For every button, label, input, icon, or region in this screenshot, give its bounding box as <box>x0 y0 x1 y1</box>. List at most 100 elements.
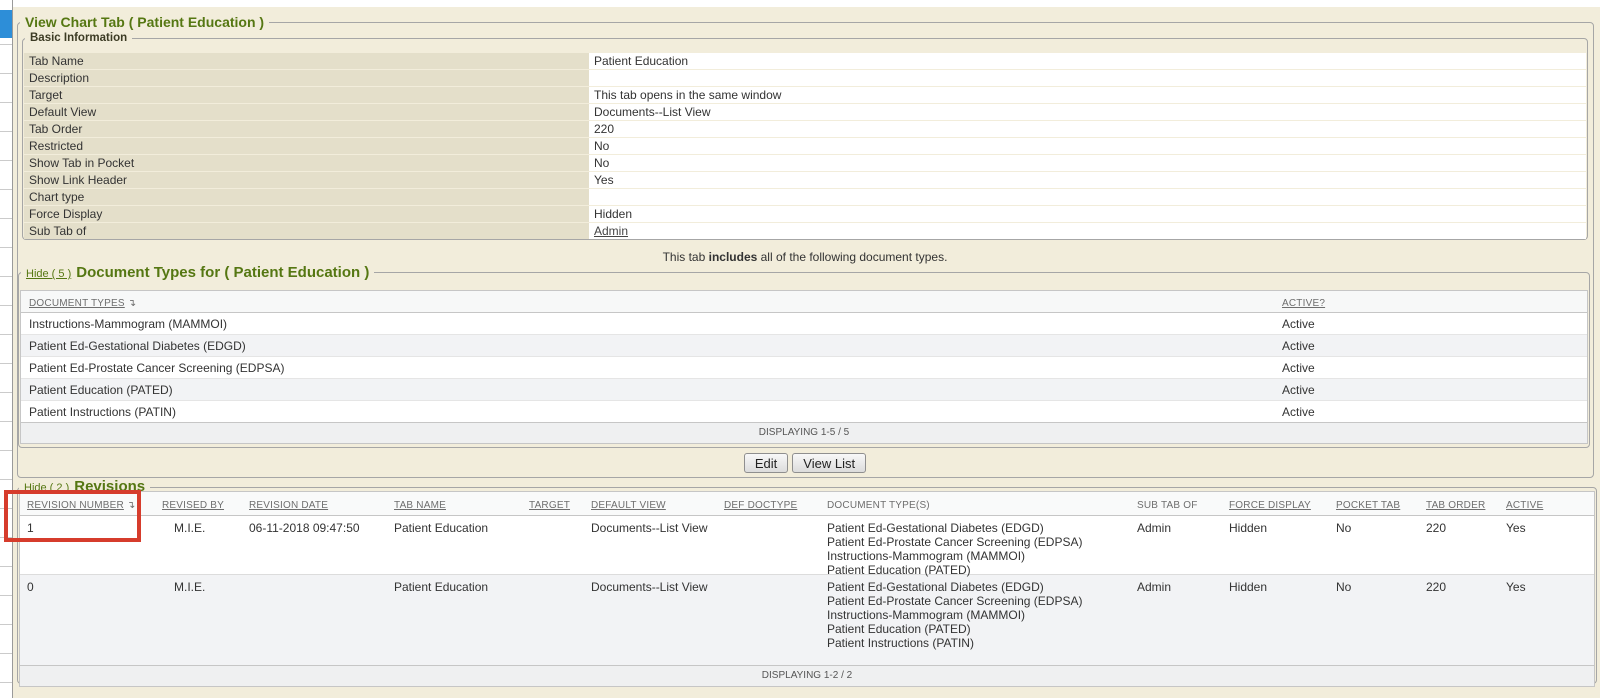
sort-icon: ↴ <box>128 298 136 309</box>
doctype-name: Patient Ed-Gestational Diabetes (EDGD) <box>21 339 1274 353</box>
field-row: Chart type <box>24 189 1586 205</box>
field-label: Show Tab in Pocket <box>24 155 589 171</box>
basic-information-section: Basic Information Tab NamePatient Educat… <box>22 38 1588 240</box>
pocket-tab: No <box>1329 575 1419 665</box>
revision-date: 06-11-2018 09:47:50 <box>242 516 387 574</box>
document-type: Patient Instructions (PATIN) <box>827 636 1130 650</box>
field-label: Default View <box>24 104 589 120</box>
field-value: Yes <box>589 172 1586 188</box>
selected-item-indicator[interactable] <box>0 10 12 38</box>
field-value <box>589 70 1586 86</box>
default-view: Documents--List View <box>584 575 717 665</box>
column-header-pocket-tab[interactable]: POCKET TAB <box>1336 500 1400 511</box>
field-value: No <box>589 138 1586 154</box>
document-types-section: Hide ( 5 )Document Types for ( Patient E… <box>18 272 1590 448</box>
pocket-tab: No <box>1329 516 1419 574</box>
force-display: Hidden <box>1222 575 1329 665</box>
document-type: Patient Ed-Prostate Cancer Screening (ED… <box>827 535 1130 549</box>
column-header-force-display[interactable]: FORCE DISPLAY <box>1229 500 1311 511</box>
sub-tab-of: Admin <box>1130 575 1222 665</box>
field-row: Description <box>24 70 1586 86</box>
field-row: Tab NamePatient Education <box>24 53 1586 69</box>
action-bar: EditView List <box>17 453 1593 473</box>
document-type: Patient Ed-Prostate Cancer Screening (ED… <box>827 594 1130 608</box>
column-header-revision-date[interactable]: REVISION DATE <box>249 500 328 511</box>
view-list-button[interactable]: View List <box>792 453 866 473</box>
left-panel-row-lines <box>0 16 12 692</box>
doctype-name: Instructions-Mammogram (MAMMOI) <box>21 317 1274 331</box>
revision-row: 0 M.I.E. Patient Education Documents--Li… <box>20 574 1594 665</box>
column-header-tab-order[interactable]: TAB ORDER <box>1426 500 1485 511</box>
basic-information-rows: Tab NamePatient Education Description Ta… <box>24 53 1586 240</box>
tab-order: 220 <box>1419 516 1499 574</box>
doctype-active: Active <box>1274 317 1587 331</box>
doctype-name: Patient Instructions (PATIN) <box>21 405 1274 419</box>
left-panel-edge <box>0 0 13 698</box>
target <box>522 575 584 665</box>
document-type: Instructions-Mammogram (MAMMOI) <box>827 549 1130 563</box>
note-bold: includes <box>709 250 758 264</box>
includes-note: This tab includes all of the following d… <box>17 250 1593 264</box>
revision-row: 1 M.I.E. 06-11-2018 09:47:50 Patient Edu… <box>20 516 1594 574</box>
field-row: Show Link HeaderYes <box>24 172 1586 188</box>
field-label: Sub Tab of <box>24 223 589 239</box>
document-type: Patient Ed-Gestational Diabetes (EDGD) <box>827 521 1130 535</box>
doctype-name: Patient Education (PATED) <box>21 383 1274 397</box>
column-header-tab-name[interactable]: TAB NAME <box>394 500 446 511</box>
field-row: Force DisplayHidden <box>24 206 1586 222</box>
revisions-table: REVISION NUMBER↴ REVISED BY REVISION DAT… <box>19 491 1595 687</box>
column-header-revised-by[interactable]: REVISED BY <box>162 500 224 511</box>
field-row: Sub Tab of Admin <box>24 223 1586 239</box>
document-type: Instructions-Mammogram (MAMMOI) <box>827 608 1130 622</box>
tab-name: Patient Education <box>387 516 522 574</box>
hide-doctypes-link[interactable]: Hide ( 5 ) <box>26 268 71 280</box>
revised-by: M.I.E. <box>155 516 242 574</box>
document-types-title: Document Types for ( Patient Education ) <box>76 264 369 281</box>
document-types-list: Patient Ed-Gestational Diabetes (EDGD) P… <box>820 575 1130 665</box>
tab-order: 220 <box>1419 575 1499 665</box>
column-header-def-doctype[interactable]: DEF DOCTYPE <box>724 500 797 511</box>
field-value: Patient Education <box>589 53 1586 69</box>
def-doctype <box>717 575 820 665</box>
field-value: 220 <box>589 121 1586 137</box>
revision-number: 1 <box>20 516 155 574</box>
column-header-default-view[interactable]: DEFAULT VIEW <box>591 500 666 511</box>
table-row: Patient Instructions (PATIN)Active <box>21 400 1587 422</box>
column-header-target[interactable]: TARGET <box>529 500 570 511</box>
sub-tab-of-link[interactable]: Admin <box>594 224 628 238</box>
document-type: Patient Education (PATED) <box>827 622 1130 636</box>
revisions-header-row: REVISION NUMBER↴ REVISED BY REVISION DAT… <box>20 492 1594 516</box>
revision-date <box>242 575 387 665</box>
paging-status: DISPLAYING 1-2 / 2 <box>20 665 1594 686</box>
edit-button[interactable]: Edit <box>744 453 788 473</box>
column-header-document-types: DOCUMENT TYPE(S) <box>827 500 930 511</box>
sub-tab-of: Admin <box>1130 516 1222 574</box>
field-label: Tab Name <box>24 53 589 69</box>
document-type: Patient Ed-Gestational Diabetes (EDGD) <box>827 580 1130 594</box>
default-view: Documents--List View <box>584 516 717 574</box>
force-display: Hidden <box>1222 516 1329 574</box>
revised-by: M.I.E. <box>155 575 242 665</box>
column-header-revision-number[interactable]: REVISION NUMBER <box>27 500 124 511</box>
active: Yes <box>1499 516 1594 574</box>
target <box>522 516 584 574</box>
table-row: Patient Ed-Prostate Cancer Screening (ED… <box>21 356 1587 378</box>
doctype-active: Active <box>1274 383 1587 397</box>
field-row: Default ViewDocuments--List View <box>24 104 1586 120</box>
field-row: Show Tab in PocketNo <box>24 155 1586 171</box>
field-label: Tab Order <box>24 121 589 137</box>
field-label: Description <box>24 70 589 86</box>
column-header-document-types[interactable]: DOCUMENT TYPES <box>29 298 125 309</box>
field-value: No <box>589 155 1586 171</box>
column-header-active[interactable]: ACTIVE <box>1506 500 1543 511</box>
table-row: Patient Education (PATED)Active <box>21 378 1587 400</box>
document-types-legend: Hide ( 5 ) Document Types for ( Patient E… <box>21 264 374 283</box>
active: Yes <box>1499 575 1594 665</box>
column-header-active[interactable]: ACTIVE? <box>1282 298 1325 309</box>
field-label: Restricted <box>24 138 589 154</box>
sort-icon: ↴ <box>127 500 135 511</box>
doctype-active: Active <box>1274 405 1587 419</box>
document-types-header-row: DOCUMENT TYPES↴ ACTIVE? <box>21 291 1587 313</box>
field-value <box>589 189 1586 205</box>
def-doctype <box>717 516 820 574</box>
